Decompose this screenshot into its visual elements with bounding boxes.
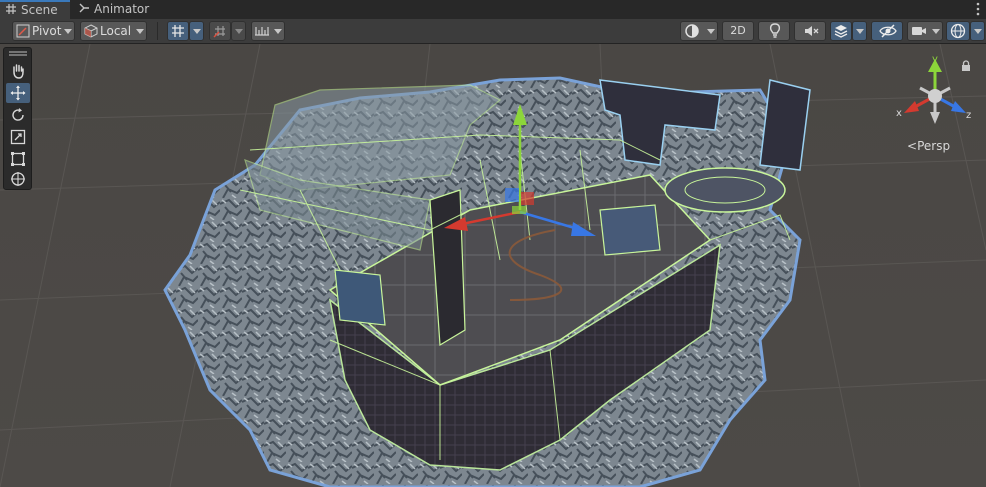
hand-icon — [13, 64, 24, 79]
move-arrows-icon — [10, 85, 26, 101]
pivot-dropdown[interactable]: Pivot — [12, 21, 75, 41]
projection-label: Persp — [917, 139, 951, 153]
scene-viewport[interactable]: y x z <Persp — [0, 44, 986, 487]
ruler-icon — [255, 27, 269, 36]
gizmo-x-label: x — [896, 108, 902, 119]
grid-icon — [6, 4, 16, 14]
effects-toggle[interactable] — [830, 21, 852, 41]
layers-icon — [834, 25, 848, 38]
tab-scene[interactable]: Scene — [0, 0, 70, 19]
gizmo-z-label: z — [966, 110, 971, 121]
lock-icon[interactable] — [961, 60, 971, 72]
speaker-muted-icon — [805, 26, 819, 36]
local-dropdown[interactable]: Local — [80, 21, 147, 41]
scale-tool-button[interactable] — [6, 127, 30, 147]
animator-icon — [79, 3, 89, 13]
camera-icon — [912, 27, 926, 35]
transform-all-icon — [11, 172, 25, 186]
mode-2d-label: 2D — [730, 24, 746, 37]
increment-snap-dropdown[interactable] — [231, 21, 246, 41]
scene-render — [0, 44, 986, 487]
local-label: Local — [100, 24, 132, 38]
pivot-icon — [16, 24, 30, 38]
grid-snap-caret-icon — [193, 29, 201, 34]
increment-snap-caret-icon — [235, 29, 243, 34]
tab-bar: Scene Animator — [0, 0, 986, 19]
camera-dropdown[interactable] — [907, 21, 943, 41]
rotate-icon — [12, 108, 24, 121]
increment-snap-toggle[interactable] — [209, 21, 231, 41]
pivot-label: Pivot — [32, 24, 62, 38]
gizmos-caret-icon — [974, 29, 982, 34]
eye-hidden-icon — [879, 24, 897, 38]
view-tool-button[interactable] — [6, 61, 30, 81]
gizmo-globe-icon — [950, 23, 966, 39]
move-tool-button[interactable] — [6, 83, 30, 103]
shading-mode-dropdown[interactable] — [680, 21, 718, 41]
lightbulb-icon — [769, 23, 781, 38]
ruler-caret-icon — [274, 29, 282, 34]
ruler-dropdown[interactable] — [251, 21, 285, 41]
gizmos-toggle[interactable] — [946, 21, 970, 41]
cube-icon — [84, 24, 98, 38]
rotate-tool-button[interactable] — [6, 105, 30, 125]
chevron-left-icon: < — [907, 139, 918, 153]
audio-toggle[interactable] — [794, 21, 826, 41]
rect-transform-icon — [11, 152, 25, 166]
shading-caret-icon — [707, 29, 715, 34]
pivot-caret-icon — [64, 29, 72, 34]
local-caret-icon — [136, 29, 144, 34]
gizmos-dropdown[interactable] — [970, 21, 985, 41]
lighting-toggle[interactable] — [758, 21, 790, 41]
transform-tools-panel — [3, 47, 32, 190]
effects-dropdown[interactable] — [852, 21, 867, 41]
scale-icon — [10, 129, 26, 145]
toolbar-separator — [157, 22, 158, 40]
grid-snap-toggle[interactable] — [167, 21, 189, 41]
shaded-sphere-icon — [685, 24, 699, 38]
increment-snap-icon — [213, 26, 225, 38]
camera-caret-icon — [932, 29, 940, 34]
grid-snap-icon — [172, 25, 184, 37]
more-options-icon[interactable] — [976, 2, 980, 16]
effects-caret-icon — [856, 29, 864, 34]
transform-tool-button[interactable] — [6, 169, 30, 189]
tab-scene-label: Scene — [21, 3, 58, 17]
tab-animator-label: Animator — [94, 2, 150, 16]
mode-2d-toggle[interactable]: 2D — [722, 21, 754, 41]
rect-tool-button[interactable] — [6, 149, 30, 169]
grid-snap-dropdown[interactable] — [189, 21, 204, 41]
projection-toggle[interactable]: <Persp — [907, 139, 950, 153]
gizmo-y-label: y — [932, 54, 938, 65]
tab-animator[interactable]: Animator — [78, 0, 158, 19]
scene-visibility-toggle[interactable] — [871, 21, 903, 41]
panel-drag-handle-icon[interactable] — [8, 51, 28, 57]
scene-toolbar: Pivot Local 2D — [0, 19, 986, 44]
